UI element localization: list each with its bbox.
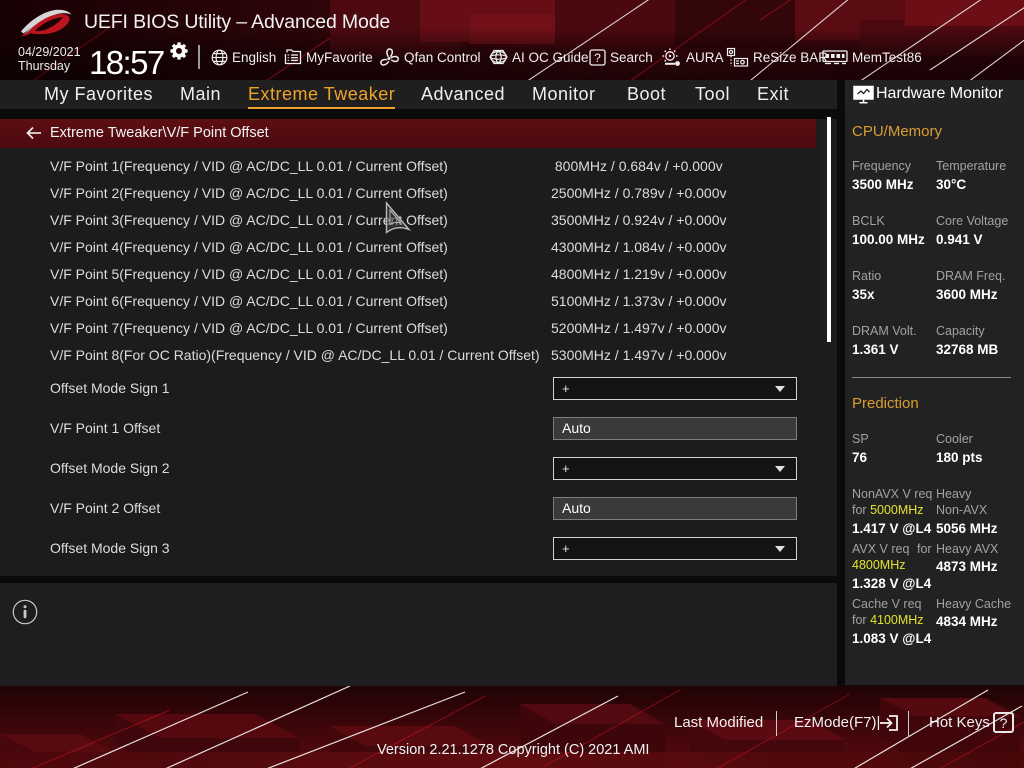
svg-text:?: ?	[594, 50, 601, 64]
